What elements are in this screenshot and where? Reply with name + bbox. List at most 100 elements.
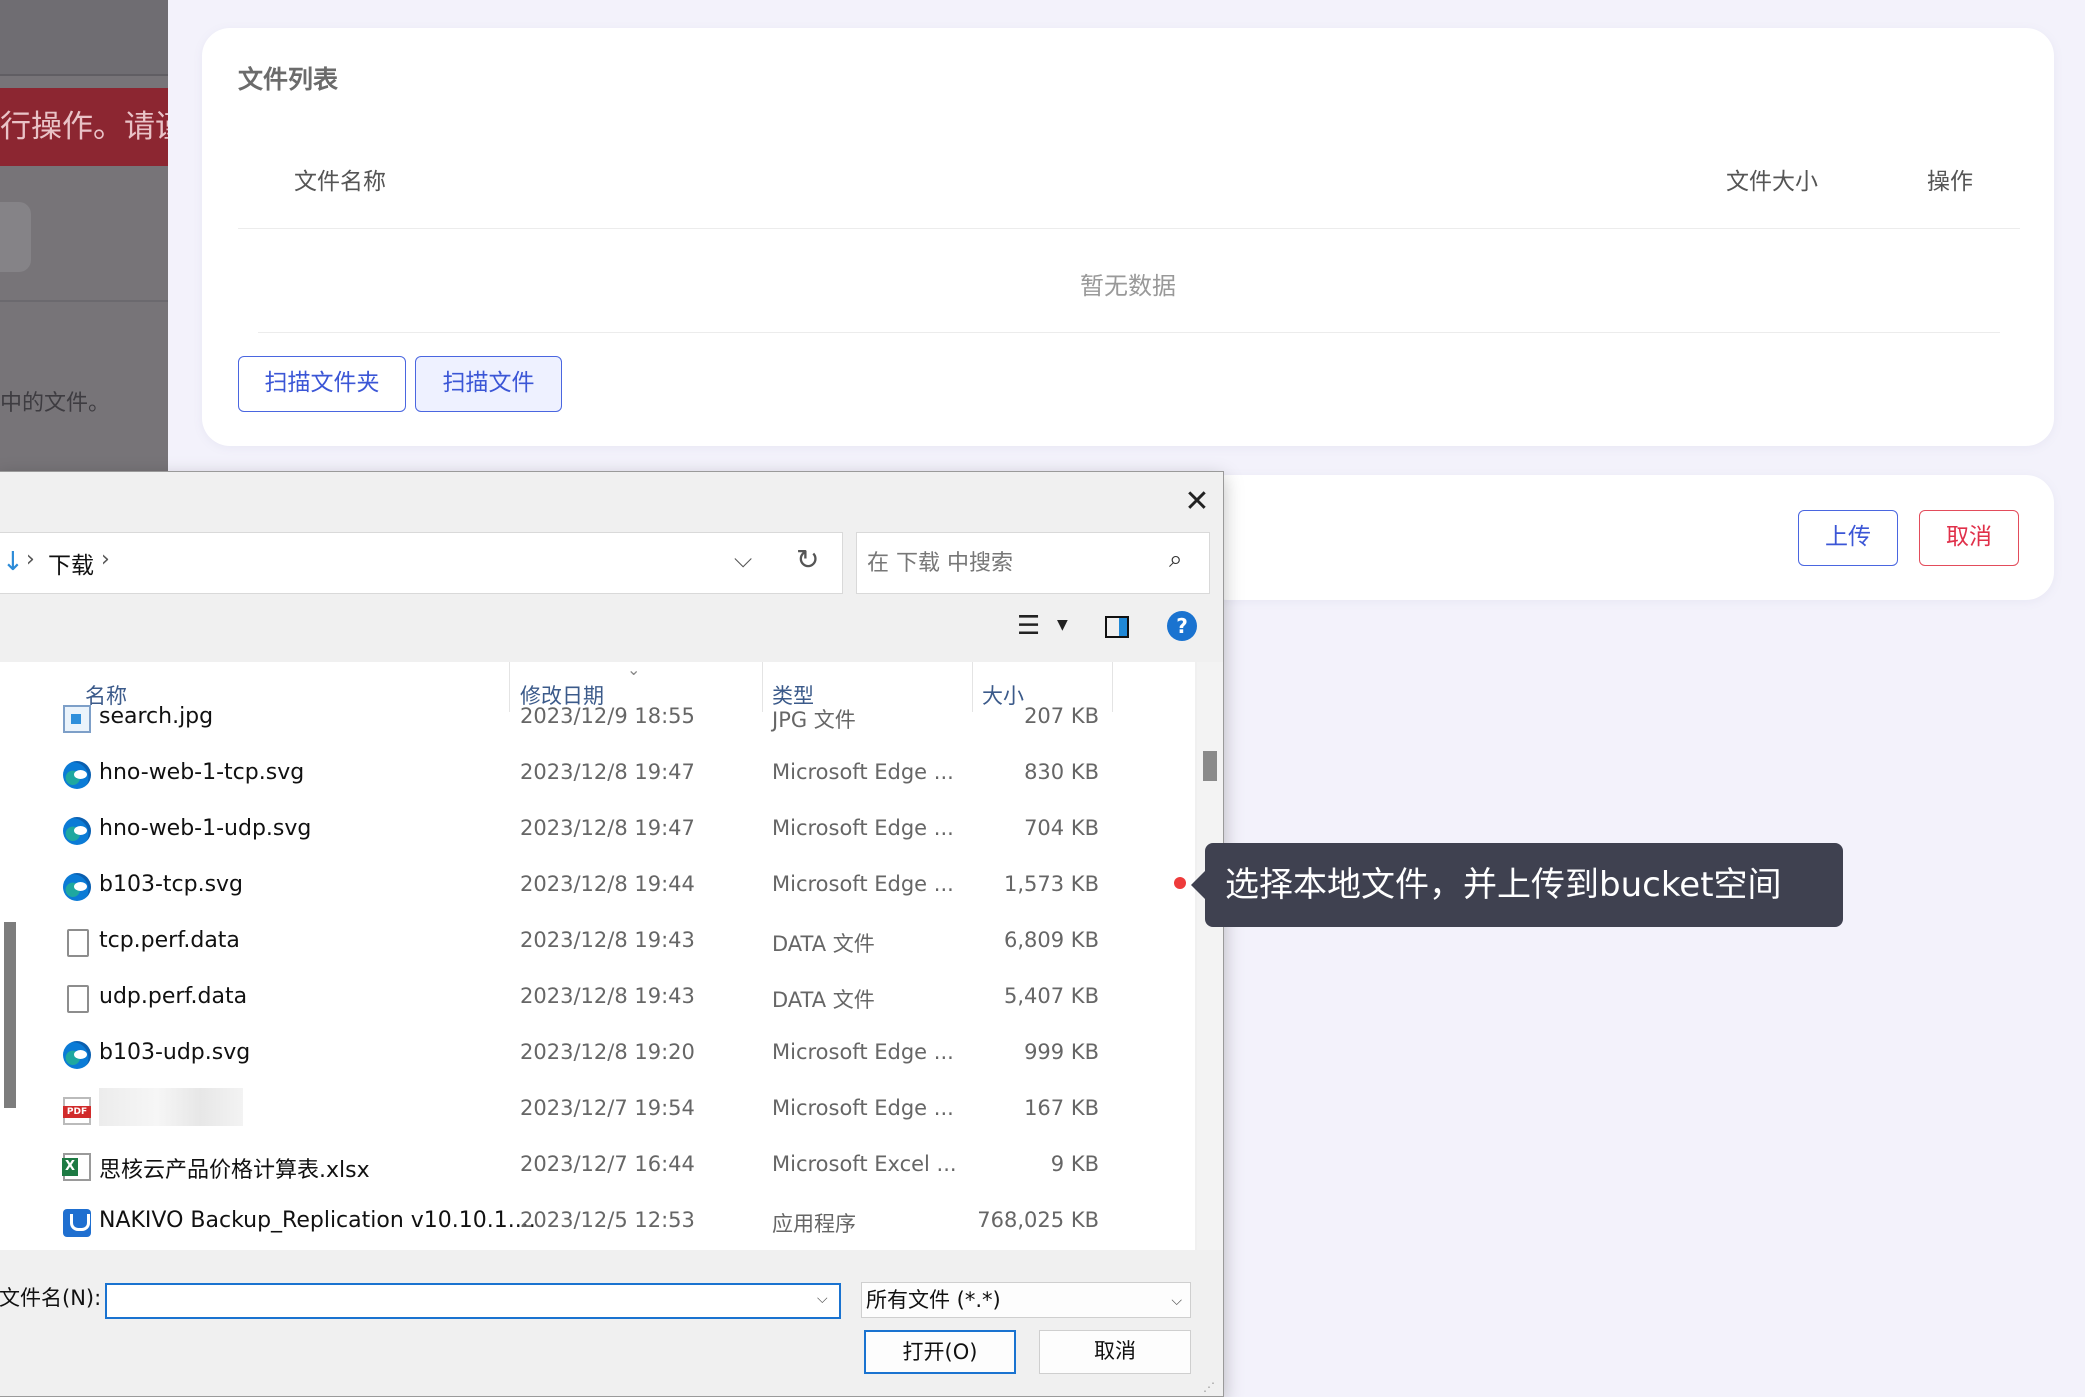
column-divider[interactable] <box>1112 662 1113 712</box>
column-file-name: 文件名称 <box>294 169 386 195</box>
warning-text: 行操作。请谨 <box>0 109 168 145</box>
file-row[interactable]: 思核云产品价格计算表.xlsx 2023/12/7 16:44 Microsof… <box>27 1144 1107 1198</box>
search-icon[interactable]: ⌕ <box>1169 545 1182 573</box>
upload-button[interactable]: 上传 <box>1798 510 1898 566</box>
background-divider <box>0 300 168 302</box>
dialog-cancel-button[interactable]: 取消 <box>1039 1330 1191 1374</box>
file-date: 2023/12/5 12:53 <box>520 1208 695 1232</box>
file-name: NAKIVO Backup_Replication v10.10.1.... <box>99 1208 536 1233</box>
file-name: tcp.perf.data <box>99 928 240 953</box>
blank-file-icon <box>67 985 89 1013</box>
edge-icon <box>63 873 91 901</box>
file-date: 2023/12/8 19:47 <box>520 816 695 840</box>
background-header <box>0 0 168 76</box>
file-name: udp.perf.data <box>99 984 248 1009</box>
filename-label: 文件名(N): <box>0 1286 102 1310</box>
installer-icon <box>63 1209 91 1237</box>
background-hint: 中的文件。 <box>0 391 111 416</box>
chevron-down-icon[interactable]: ⌵ <box>734 545 752 573</box>
annotation-marker <box>1174 877 1186 889</box>
file-row[interactable]: hno-web-1-tcp.svg 2023/12/8 19:47 Micros… <box>27 752 1107 806</box>
breadcrumb-downloads[interactable]: 下载 <box>48 546 94 580</box>
file-row[interactable]: search.jpg 2023/12/9 18:55 JPG 文件 207 KB <box>27 696 1107 750</box>
file-list-scrollbar[interactable] <box>1197 662 1223 1250</box>
breadcrumb-separator-icon: › <box>26 547 35 572</box>
file-list-card: 文件列表 文件名称 文件大小 操作 暂无数据 扫描文件夹 扫描文件 <box>202 28 2054 446</box>
open-button[interactable]: 打开(O) <box>864 1330 1016 1374</box>
file-date: 2023/12/8 19:20 <box>520 1040 695 1064</box>
column-file-size: 文件大小 <box>1726 169 1818 195</box>
file-row[interactable]: 2023/12/7 19:54 Microsoft Edge ... 167 K… <box>27 1088 1107 1142</box>
empty-state-text: 暂无数据 <box>1080 272 1176 300</box>
dialog-toolbar: ☰ ▼ ? <box>0 605 1223 655</box>
file-name: hno-web-1-tcp.svg <box>99 760 305 785</box>
download-folder-icon: ↓ <box>2 547 24 577</box>
file-row[interactable]: b103-udp.svg 2023/12/8 19:20 Microsoft E… <box>27 1032 1107 1086</box>
file-date: 2023/12/8 19:47 <box>520 760 695 784</box>
file-name: 思核云产品价格计算表.xlsx <box>99 1158 370 1183</box>
file-type: JPG 文件 <box>772 708 856 732</box>
file-size: 6,809 KB <box>1004 928 1099 952</box>
file-date: 2023/12/8 19:43 <box>520 984 695 1008</box>
file-type-filter-select[interactable]: 所有文件 (*.*) ⌵ <box>861 1282 1191 1318</box>
file-size: 1,573 KB <box>1004 872 1099 896</box>
pdf-icon <box>63 1097 91 1125</box>
file-size: 9 KB <box>1050 1152 1099 1176</box>
file-list-pane: ⌄ 名称 修改日期 类型 大小 search.jpg 2023/12/9 18:… <box>0 662 1195 1250</box>
file-row[interactable]: udp.perf.data 2023/12/8 19:43 DATA 文件 5,… <box>27 976 1107 1030</box>
warning-banner: 行操作。请谨 <box>0 88 168 166</box>
file-row[interactable]: NAKIVO Backup_Replication v10.10.1.... 2… <box>27 1200 1107 1250</box>
file-list-title: 文件列表 <box>238 65 339 94</box>
file-size: 704 KB <box>1024 816 1099 840</box>
cancel-button[interactable]: 取消 <box>1919 510 2019 566</box>
file-date: 2023/12/8 19:44 <box>520 872 695 896</box>
resize-grip-icon[interactable]: ⋰ <box>1203 1380 1215 1394</box>
refresh-icon[interactable]: ↻ <box>796 543 819 576</box>
tooltip: 选择本地文件，并上传到bucket空间 <box>1191 843 1843 927</box>
file-size: 830 KB <box>1024 760 1099 784</box>
dialog-close-button[interactable]: ✕ <box>1177 483 1217 523</box>
preview-pane-icon[interactable] <box>1105 616 1129 638</box>
chevron-down-icon: ⌵ <box>1171 1293 1182 1309</box>
file-type: DATA 文件 <box>772 932 875 956</box>
filename-input[interactable] <box>111 1287 801 1315</box>
file-size: 768,025 KB <box>977 1208 1099 1232</box>
file-row[interactable]: hno-web-1-udp.svg 2023/12/8 19:47 Micros… <box>27 808 1107 862</box>
scan-file-button[interactable]: 扫描文件 <box>415 356 562 412</box>
file-date: 2023/12/7 16:44 <box>520 1152 695 1176</box>
file-date: 2023/12/9 18:55 <box>520 704 695 728</box>
file-size: 207 KB <box>1024 704 1099 728</box>
file-type: DATA 文件 <box>772 988 875 1012</box>
breadcrumb-separator-icon[interactable]: › <box>101 547 110 572</box>
scrollbar-thumb[interactable] <box>1203 751 1217 781</box>
table-header-divider <box>238 228 2020 229</box>
search-input[interactable] <box>867 545 1157 581</box>
file-date: 2023/12/8 19:43 <box>520 928 695 952</box>
column-operation: 操作 <box>1927 169 1973 195</box>
help-icon[interactable]: ? <box>1167 611 1197 641</box>
caret-down-icon[interactable]: ▼ <box>1057 617 1068 633</box>
background-field <box>0 202 31 272</box>
excel-icon <box>62 1153 91 1181</box>
file-size: 999 KB <box>1024 1040 1099 1064</box>
chevron-down-icon[interactable]: ⌵ <box>817 1291 828 1307</box>
file-name: search.jpg <box>99 704 214 729</box>
file-size: 5,407 KB <box>1004 984 1099 1008</box>
file-name: b103-tcp.svg <box>99 872 244 897</box>
file-date: 2023/12/7 19:54 <box>520 1096 695 1120</box>
file-type: 应用程序 <box>772 1212 856 1236</box>
view-options-icon[interactable]: ☰ <box>1017 611 1040 641</box>
file-type-filter-value: 所有文件 (*.*) <box>866 1288 1001 1312</box>
edge-icon <box>63 761 91 789</box>
sort-indicator-icon: ⌄ <box>627 662 641 679</box>
actions-card: 上传 取消 <box>1200 475 2054 600</box>
tooltip-text: 选择本地文件，并上传到bucket空间 <box>1225 865 1782 905</box>
search-box: ⌕ <box>856 532 1210 594</box>
file-row[interactable]: b103-tcp.svg 2023/12/8 19:44 Microsoft E… <box>27 864 1107 918</box>
navigation-scrollbar[interactable] <box>4 922 16 1108</box>
file-row[interactable]: tcp.perf.data 2023/12/8 19:43 DATA 文件 6,… <box>27 920 1107 974</box>
file-size: 167 KB <box>1024 1096 1099 1120</box>
file-open-dialog: ✕ ↓ › 下载 › ⌵ ↻ ⌕ ☰ ▼ ? ⌄ 名称 修改日期 类型 大小 <box>0 471 1224 1397</box>
address-bar[interactable]: ↓ › 下载 › ⌵ ↻ <box>0 532 843 594</box>
scan-folder-button[interactable]: 扫描文件夹 <box>238 356 406 412</box>
